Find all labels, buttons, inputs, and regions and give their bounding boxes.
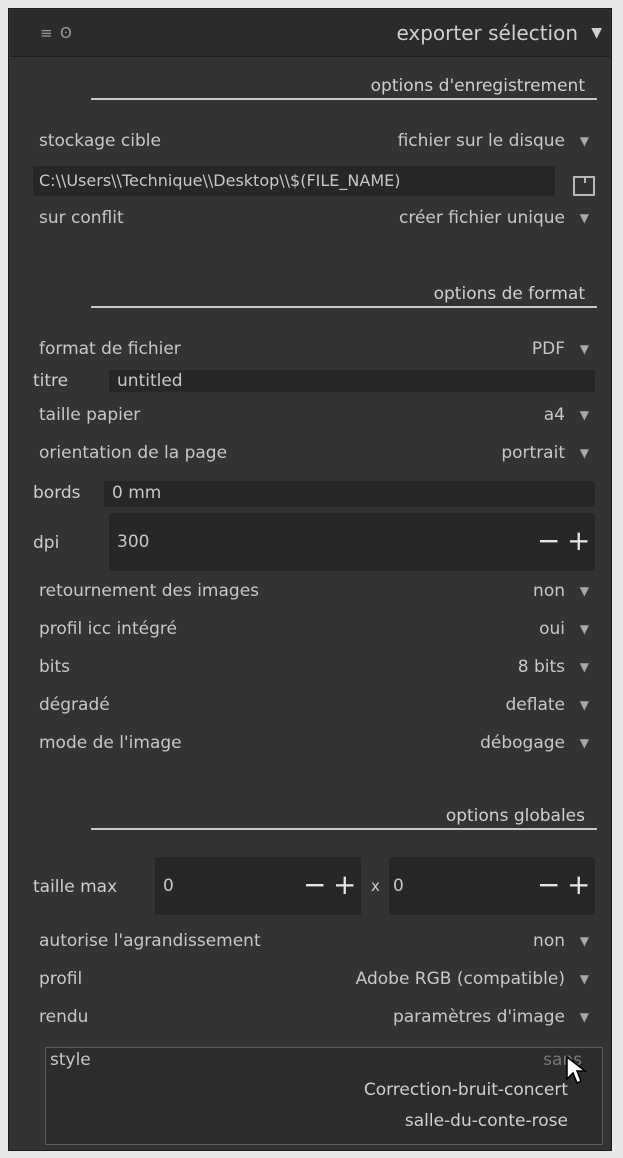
intent-value: paramètres d'image [392,1007,565,1027]
size-separator: x [371,877,380,895]
target-storage-label: stockage cible [39,131,161,151]
style-option[interactable]: Correction-bruit-concert [364,1080,568,1100]
paper-size-label: taille papier [39,405,141,425]
export-path-input[interactable]: C:\\Users\\Technique\\Desktop\\$(FILE_NA… [33,166,555,196]
module-title: exporter sélection [396,21,578,45]
max-height-input[interactable]: 0 [389,857,529,915]
dropdown-arrow-icon: ▼ [579,134,589,148]
max-height-stepper: − + [529,857,595,915]
minus-icon[interactable]: − [537,527,560,555]
bits-label: bits [39,657,71,677]
file-format-label: format de fichier [39,339,181,359]
section-divider [91,828,597,830]
icc-label: profil icc intégré [39,619,177,639]
export-module: ≡ ʘ exporter sélection ▼ options d'enreg… [8,8,612,1151]
title-placeholder: untitled [117,371,183,391]
profile-dropdown[interactable]: profil Adobe RGB (compatible) ▼ [39,965,589,995]
dropdown-arrow-icon: ▼ [579,972,589,986]
orientation-label: orientation de la page [39,443,228,463]
dropdown-arrow-icon: ▼ [579,660,589,674]
power-icon[interactable]: ʘ [60,24,72,42]
max-width-input[interactable]: 0 [155,857,295,915]
style-label: style [50,1050,91,1070]
section-title-save: options d'enregistrement [370,76,585,96]
rotate-label: retournement des images [39,581,260,601]
image-mode-label: mode de l'image [39,733,182,753]
dropdown-arrow-icon: ▼ [579,211,589,225]
profile-label: profil [39,969,83,989]
icc-dropdown[interactable]: profil icc intégré oui ▼ [39,615,589,645]
dropdown-arrow-icon: ▼ [579,698,589,712]
dpi-value: 300 [117,532,150,552]
max-size-label: taille max [33,877,118,897]
orientation-dropdown[interactable]: orientation de la page portrait ▼ [39,439,589,469]
file-format-value: PDF [531,339,565,359]
profile-value: Adobe RGB (compatible) [355,969,565,989]
on-conflict-value: créer fichier unique [399,208,565,228]
title-input[interactable]: untitled [109,370,595,392]
compression-value: deflate [505,695,566,715]
icc-value: oui [539,619,565,639]
minus-icon[interactable]: − [537,871,560,899]
max-height-value: 0 [393,876,404,896]
style-list: style sans Correction-bruit-concert sall… [45,1047,603,1145]
paper-size-value: a4 [543,405,565,425]
menu-icon[interactable]: ≡ [40,24,53,42]
module-header[interactable]: ≡ ʘ exporter sélection ▼ [10,10,610,57]
dpi-stepper: − + [529,513,595,571]
border-value: 0 mm [112,483,162,503]
dpi-label: dpi [33,533,60,553]
dropdown-arrow-icon: ▼ [579,1010,589,1024]
max-width-stepper: − + [295,857,361,915]
section-title-format: options de format [433,284,585,304]
target-storage-value: fichier sur le disque [397,131,565,151]
image-mode-value: débogage [480,733,565,753]
bits-dropdown[interactable]: bits 8 bits ▼ [39,653,589,683]
compression-dropdown[interactable]: dégradé deflate ▼ [39,691,589,721]
section-title-global: options globales [445,806,585,826]
upscale-label: autorise l'agrandissement [39,931,261,951]
section-divider [91,306,597,308]
on-conflict-dropdown[interactable]: sur conflit créer fichier unique ▼ [39,204,589,234]
rotate-value: non [533,581,565,601]
orientation-value: portrait [501,443,565,463]
plus-icon[interactable]: + [567,527,590,555]
file-format-dropdown[interactable]: format de fichier PDF ▼ [39,335,589,365]
dropdown-arrow-icon: ▼ [579,584,589,598]
dropdown-arrow-icon: ▼ [579,934,589,948]
upscale-value: non [533,931,565,951]
max-width-value: 0 [163,876,174,896]
on-conflict-label: sur conflit [39,208,124,228]
plus-icon[interactable]: + [567,871,590,899]
collapse-icon[interactable]: ▼ [591,25,602,41]
dropdown-arrow-icon: ▼ [579,736,589,750]
plus-icon[interactable]: + [333,871,356,899]
rotate-dropdown[interactable]: retournement des images non ▼ [39,577,589,607]
title-label: titre [33,371,69,391]
dropdown-arrow-icon: ▼ [579,408,589,422]
upscale-dropdown[interactable]: autorise l'agrandissement non ▼ [39,927,589,957]
folder-icon[interactable] [573,176,595,196]
compression-label: dégradé [39,695,110,715]
dpi-input[interactable]: 300 [109,513,529,571]
bits-value: 8 bits [517,657,565,677]
dropdown-arrow-icon: ▼ [579,446,589,460]
image-mode-dropdown[interactable]: mode de l'image débogage ▼ [39,729,589,759]
dropdown-arrow-icon: ▼ [579,622,589,636]
paper-size-dropdown[interactable]: taille papier a4 ▼ [39,401,589,431]
intent-label: rendu [39,1007,89,1027]
target-storage-dropdown[interactable]: stockage cible fichier sur le disque ▼ [39,127,589,157]
section-divider [91,98,597,100]
export-path-text: C:\\Users\\Technique\\Desktop\\$(FILE_NA… [39,171,401,190]
dropdown-arrow-icon: ▼ [579,342,589,356]
style-option[interactable]: salle-du-conte-rose [405,1111,568,1131]
minus-icon[interactable]: − [303,871,326,899]
border-label: bords [33,483,81,503]
mouse-cursor-icon [566,1055,587,1085]
intent-dropdown[interactable]: rendu paramètres d'image ▼ [39,1003,589,1033]
border-input[interactable]: 0 mm [104,481,595,507]
